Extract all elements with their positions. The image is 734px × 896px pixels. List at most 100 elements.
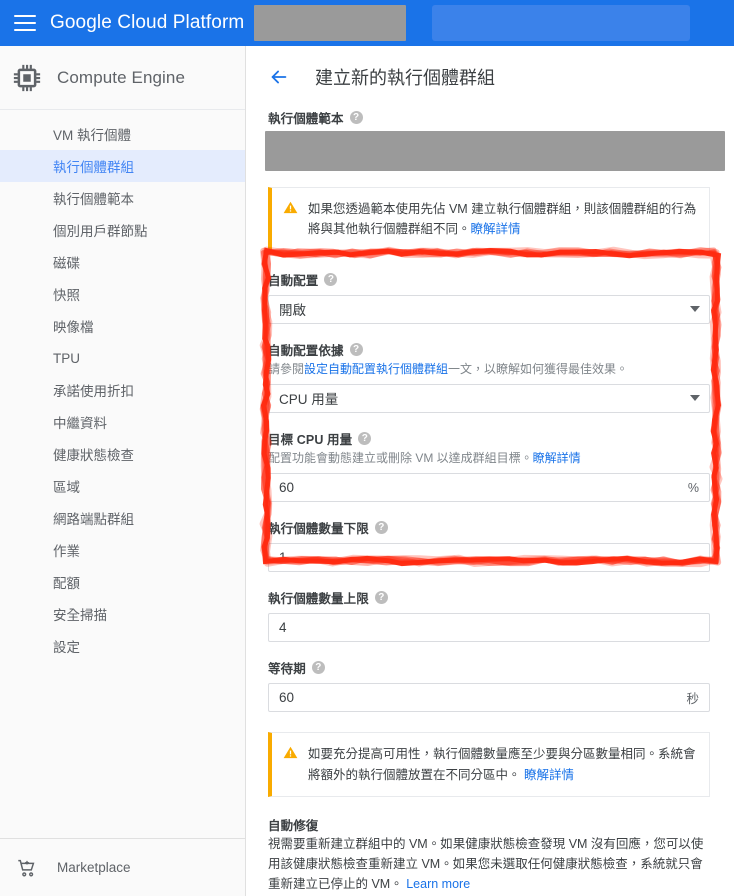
availability-warning-callout: 如要充分提高可用性，執行個體數量應至少要與分區數量相同。系統會將額外的執行個體放… xyxy=(268,732,710,797)
autoscaling-select[interactable]: 開啟 xyxy=(268,294,710,324)
max-instances-input[interactable]: 4 xyxy=(268,613,710,643)
field-cool-down: 等待期 ? 60 秒 xyxy=(268,658,712,713)
hint-suffix: 一文，以瞭解如何獲得最佳效果。 xyxy=(448,361,629,376)
cool-down-label-row: 等待期 ? xyxy=(268,658,712,677)
sidebar-item-5[interactable]: 快照 xyxy=(0,278,245,310)
autoscale-basis-label: 自動配置依據 xyxy=(268,343,344,358)
field-autoscaling: 自動配置 ? 開啟 xyxy=(268,270,712,324)
cool-down-input[interactable]: 60 秒 xyxy=(268,683,710,713)
sidebar-item-12[interactable]: 網路端點群組 xyxy=(0,502,245,534)
page-header: 建立新的執行個體群組 xyxy=(246,46,734,108)
help-icon[interactable]: ? xyxy=(349,342,363,356)
target-cpu-suffix: % xyxy=(687,480,699,495)
chevron-down-icon xyxy=(690,306,700,312)
sidebar: Compute Engine VM 執行個體 執行個體群組 執行個體範本 個別用戶群節… xyxy=(0,46,246,896)
sidebar-item-label: 設定 xyxy=(53,640,80,655)
autoscale-basis-hint: 請參閱設定自動配置執行個體群組一文，以瞭解如何獲得最佳效果。 xyxy=(268,361,712,378)
sidebar-item-2[interactable]: 執行個體範本 xyxy=(0,182,245,214)
sidebar-item-label: 中繼資料 xyxy=(53,416,107,431)
sidebar-item-label: 執行個體範本 xyxy=(53,192,134,207)
sidebar-item-14[interactable]: 配額 xyxy=(0,566,245,598)
product-name: Compute Engine xyxy=(57,67,186,87)
min-instances-value: 1 xyxy=(279,550,287,566)
target-cpu-input[interactable]: 60 % xyxy=(268,473,710,503)
sidebar-item-label: 配額 xyxy=(53,576,80,591)
min-instances-input[interactable]: 1 xyxy=(268,543,710,573)
availability-warning-link[interactable]: 瞭解詳情 xyxy=(524,768,574,782)
min-instances-label-row: 執行個體數量下限 ? xyxy=(268,518,712,537)
autoscale-basis-label-row: 自動配置依據 ? xyxy=(268,340,712,359)
top-app-bar: Google Cloud Platform xyxy=(0,0,734,46)
field-min-instances: 執行個體數量下限 ? 1 xyxy=(268,518,712,573)
warning-triangle-icon xyxy=(283,200,298,215)
autoscaling-label-row: 自動配置 ? xyxy=(268,270,712,289)
sidebar-item-label: VM 執行個體 xyxy=(53,128,132,143)
instance-template-input-redacted[interactable] xyxy=(265,131,725,171)
sidebar-item-15[interactable]: 安全掃描 xyxy=(0,598,245,630)
sidebar-item-16[interactable]: 設定 xyxy=(0,630,245,662)
target-cpu-hint: 配置功能會動態建立或刪除 VM 以達成群組目標。瞭解詳情 xyxy=(268,450,712,467)
search-input[interactable] xyxy=(432,5,691,41)
target-cpu-label: 目標 CPU 用量 xyxy=(268,432,353,447)
autoscale-basis-value: CPU 用量 xyxy=(279,392,339,408)
sidebar-item-6[interactable]: 映像檔 xyxy=(0,310,245,342)
autoscale-basis-link[interactable]: 設定自動配置執行個體群組 xyxy=(304,362,448,376)
instance-template-label: 執行個體範本 xyxy=(268,112,344,126)
max-instances-label: 執行個體數量上限 xyxy=(268,592,369,607)
sidebar-item-label: 承諾使用折扣 xyxy=(53,384,134,399)
sidebar-item-label: 網路端點群組 xyxy=(53,512,134,527)
autohealing-link[interactable]: Learn more xyxy=(406,877,470,891)
shopping-cart-icon xyxy=(16,857,38,879)
chip-icon xyxy=(12,63,42,93)
sidebar-item-label: 快照 xyxy=(53,288,80,303)
sidebar-item-8[interactable]: 承諾使用折扣 xyxy=(0,374,245,406)
autoscaling-label: 自動配置 xyxy=(268,273,319,288)
sidebar-item-11[interactable]: 區域 xyxy=(0,470,245,502)
sidebar-item-1[interactable]: 執行個體群組 xyxy=(0,150,245,182)
help-icon[interactable]: ? xyxy=(349,111,363,124)
sidebar-item-9[interactable]: 中繼資料 xyxy=(0,406,245,438)
min-instances-label: 執行個體數量下限 xyxy=(268,522,369,537)
sidebar-item-4[interactable]: 磁碟 xyxy=(0,246,245,278)
chevron-down-icon xyxy=(690,395,700,402)
brand-title: Google Cloud Platform xyxy=(50,12,245,33)
sidebar-item-label: 區域 xyxy=(53,480,80,495)
hamburger-menu-icon[interactable] xyxy=(14,15,36,31)
help-icon[interactable]: ? xyxy=(374,521,388,535)
sidebar-item-label: 安全掃描 xyxy=(53,608,107,623)
sidebar-item-label: 作業 xyxy=(53,544,80,559)
sidebar-item-marketplace[interactable]: Marketplace xyxy=(0,838,245,896)
sidebar-item-0[interactable]: VM 執行個體 xyxy=(0,118,245,150)
field-autoscale-basis: 自動配置依據 ? 請參閱設定自動配置執行個體群組一文，以瞭解如何獲得最佳效果。 … xyxy=(268,340,712,413)
template-warning-link[interactable]: 瞭解詳情 xyxy=(471,222,521,236)
project-selector-redacted[interactable] xyxy=(254,5,407,41)
cool-down-label: 等待期 xyxy=(268,662,306,677)
sidebar-item-label: 執行個體群組 xyxy=(53,160,134,175)
sidebar-item-label: 映像檔 xyxy=(53,320,94,335)
sidebar-item-label: 個別用戶群節點 xyxy=(53,224,148,239)
autohealing-description: 視需要重新建立群組中的 VM。如果健康狀態檢查發現 VM 沒有回應，您可以使用該… xyxy=(268,834,712,895)
availability-warning-body: 如要充分提高可用性，執行個體數量應至少要與分區數量相同。系統會將額外的執行個體放… xyxy=(308,747,696,782)
sidebar-item-3[interactable]: 個別用戶群節點 xyxy=(0,214,245,246)
sidebar-item-7[interactable]: TPU xyxy=(0,342,245,374)
section-autohealing: 自動修復 視需要重新建立群組中的 VM。如果健康狀態檢查發現 VM 沒有回應，您… xyxy=(268,815,712,895)
sidebar-item-label: 磁碟 xyxy=(53,256,80,271)
main-content: 建立新的執行個體群組 執行個體範本 ? 如果您透過範本使用先佔 VM 建立執行個… xyxy=(246,46,734,896)
help-icon[interactable]: ? xyxy=(324,272,338,286)
help-icon[interactable]: ? xyxy=(358,431,372,445)
cool-down-value: 60 xyxy=(279,690,295,706)
template-warning-callout: 如果您透過範本使用先佔 VM 建立執行個體群組，則該個體群組的行為將與其他執行個… xyxy=(268,187,710,252)
field-max-instances: 執行個體數量上限 ? 4 xyxy=(268,588,712,643)
form-area: 執行個體範本 ? 如果您透過範本使用先佔 VM 建立執行個體群組，則該個體群組的… xyxy=(246,108,734,896)
instance-template-label-row: 執行個體範本 ? xyxy=(268,108,712,127)
sidebar-item-10[interactable]: 健康狀態檢查 xyxy=(0,438,245,470)
sidebar-item-13[interactable]: 作業 xyxy=(0,534,245,566)
autoscale-basis-select[interactable]: CPU 用量 xyxy=(268,383,710,413)
target-cpu-link[interactable]: 瞭解詳情 xyxy=(533,451,581,465)
autoscaling-value: 開啟 xyxy=(279,303,306,318)
arrow-left-icon[interactable] xyxy=(268,66,290,88)
help-icon[interactable]: ? xyxy=(374,591,388,605)
autohealing-label: 自動修復 xyxy=(268,818,319,833)
help-icon[interactable]: ? xyxy=(311,661,325,675)
sidebar-item-label: TPU xyxy=(53,350,80,366)
